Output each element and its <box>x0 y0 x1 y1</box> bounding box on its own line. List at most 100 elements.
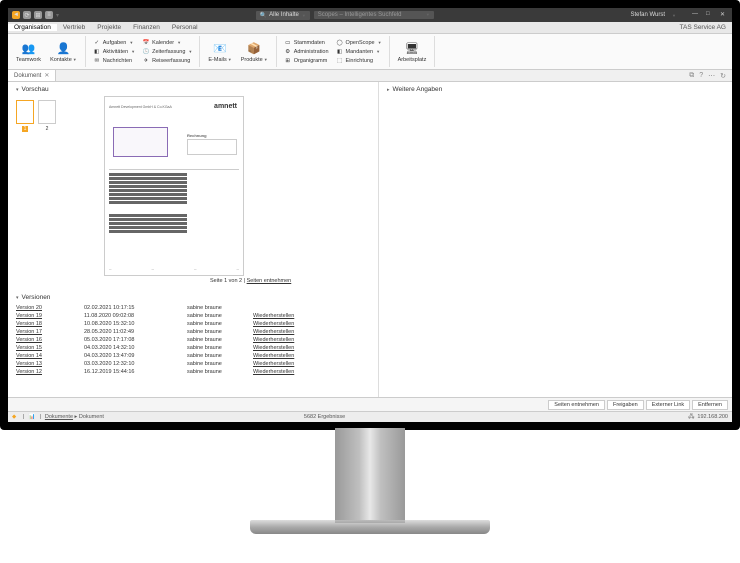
search-input[interactable]: Scopes – Intelligentes Suchfeld ▼ <box>314 11 434 19</box>
kontakte-label: Kontakte <box>50 57 72 63</box>
version-link[interactable]: Version 14 <box>16 353 76 359</box>
produkte-label: Produkte <box>241 57 263 63</box>
admin-icon: ⚙ <box>284 48 292 56</box>
version-row: Version 1605.03.2020 17:17:08sabine brau… <box>16 336 370 344</box>
administration-button[interactable]: ⚙Administration <box>282 48 331 56</box>
main-content: ▾ Vorschau 1 2 <box>8 82 732 397</box>
organigramm-button[interactable]: ⊞Organigramm <box>282 57 331 65</box>
version-link[interactable]: Version 20 <box>16 305 76 311</box>
produkte-button[interactable]: 📦 Produkte▼ <box>238 39 271 64</box>
server-address: 192.168.200 <box>697 414 728 420</box>
preview-header[interactable]: ▾ Vorschau <box>16 86 370 93</box>
aufgaben-button[interactable]: ✓Aufgaben▼ <box>91 39 137 47</box>
help-icon[interactable]: ? <box>699 72 703 80</box>
restore-link[interactable]: Wiederherstellen <box>253 361 294 367</box>
tab-label: Dokument <box>14 73 41 79</box>
org-icon: ⊞ <box>284 57 292 65</box>
details-header[interactable]: ▸ Weitere Angaben <box>387 86 724 93</box>
einrichtung-button[interactable]: ⬚Einrichtung <box>334 57 384 65</box>
version-row: Version 1303.03.2020 12:32:10sabine brau… <box>16 360 370 368</box>
versions-header[interactable]: ▾ Versionen <box>16 294 370 301</box>
refresh-action-icon[interactable]: ↻ <box>720 72 726 80</box>
doc-invoice-box: Rechnung <box>187 133 237 155</box>
version-link[interactable]: Version 17 <box>16 329 76 335</box>
document-preview: amnett Amnett Development GmbH & Co.KGaA… <box>104 96 244 276</box>
details-title: Weitere Angaben <box>393 86 443 93</box>
version-date: 04.03.2020 13:47:09 <box>84 353 179 359</box>
restore-link[interactable]: Wiederherstellen <box>253 345 294 351</box>
menu-finanzen[interactable]: Finanzen <box>127 24 166 31</box>
menu-personal[interactable]: Personal <box>166 24 204 31</box>
results-count: 5682 Ergebnisse <box>304 414 345 420</box>
kalender-button[interactable]: 📅Kalender▼ <box>140 39 194 47</box>
maximize-button[interactable]: □ <box>706 11 714 19</box>
copy-icon[interactable]: ⧉ <box>689 72 694 80</box>
restore-link[interactable]: Wiederherstellen <box>253 337 294 343</box>
more-icon[interactable]: ⋯ <box>708 72 715 80</box>
search-scope-dropdown[interactable]: 🔍 Alle Inhalte ▼ <box>256 11 310 20</box>
versions-table: Version 2002.02.2021 10:17:15sabine brau… <box>16 304 370 376</box>
setup-icon: ⬚ <box>336 57 344 65</box>
version-link[interactable]: Version 15 <box>16 345 76 351</box>
version-link[interactable]: Version 13 <box>16 361 76 367</box>
stammdaten-button[interactable]: ▭Stammdaten <box>282 39 331 47</box>
versions-section: ▾ Versionen Version 2002.02.2021 10:17:1… <box>16 294 370 376</box>
menu-vertrieb[interactable]: Vertrieb <box>57 24 91 31</box>
doc-type-label: Rechnung <box>187 133 237 138</box>
restore-link[interactable]: Wiederherstellen <box>253 369 294 375</box>
menu-projekte[interactable]: Projekte <box>91 24 127 31</box>
tenant-label: TAS Service AG <box>680 24 732 31</box>
version-link[interactable]: Version 16 <box>16 337 76 343</box>
remove-button[interactable]: Entfernen <box>692 400 728 410</box>
status-bar: ◆ | 📊 | Dokumente ▸ Dokument 5682 Ergebn… <box>8 411 732 422</box>
nachrichten-button[interactable]: ✉Nachrichten <box>91 57 137 65</box>
ribbon: 👥 Teamwork 👤 Kontakte▼ ✓Aufgaben▼ ◧Aktiv… <box>8 34 732 70</box>
breadcrumb[interactable]: Dokumente ▸ Dokument <box>45 414 104 420</box>
aktivitaten-button[interactable]: ◧Aktivitäten▼ <box>91 48 137 56</box>
reiseerfassung-button[interactable]: ✈Reiseerfassung <box>140 57 194 65</box>
thumbnail-image <box>16 100 34 124</box>
openscope-button[interactable]: ◯OpenScope▼ <box>334 39 384 47</box>
refresh-icon[interactable]: ⟳ <box>23 11 31 19</box>
thumb-number: 2 <box>46 126 49 132</box>
version-link[interactable]: Version 12 <box>16 369 76 375</box>
user-name[interactable]: Stefan Wurst <box>630 12 665 18</box>
thumbnail-strip: 1 2 <box>16 96 56 284</box>
restore-link[interactable]: Wiederherstellen <box>253 313 294 319</box>
minimize-button[interactable]: — <box>692 11 700 19</box>
menu-icon[interactable]: ≡ <box>45 11 53 19</box>
arbeitsplatz-label: Arbeitsplatz <box>398 57 427 63</box>
chart-icon[interactable]: 📊 <box>28 414 35 421</box>
version-user: sabine braune <box>187 337 245 343</box>
extract-pages-link[interactable]: Seiten entnehmen <box>247 278 292 284</box>
version-date: 28.05.2020 11:02:49 <box>84 329 179 335</box>
shares-button[interactable]: Freigaben <box>607 400 644 410</box>
back-icon[interactable]: ◄ <box>12 11 20 19</box>
thumbnail-1[interactable]: 1 <box>16 100 34 284</box>
search-scope-label: Alle Inhalte <box>269 12 299 18</box>
zeiterfassung-button[interactable]: 🕒Zeiterfassung▼ <box>140 48 194 56</box>
menu-organisation[interactable]: Organisation <box>8 24 57 31</box>
restore-link[interactable]: Wiederherstellen <box>253 321 294 327</box>
version-link[interactable]: Version 18 <box>16 321 76 327</box>
thumb-number: 1 <box>22 126 29 132</box>
grid-icon[interactable]: ⊞ <box>34 11 42 19</box>
thumbnail-2[interactable]: 2 <box>38 100 56 284</box>
emails-button[interactable]: 📧 E-Mails▼ <box>205 39 234 64</box>
restore-link[interactable]: Wiederherstellen <box>253 329 294 335</box>
version-user: sabine braune <box>187 361 245 367</box>
restore-link[interactable]: Wiederherstellen <box>253 353 294 359</box>
kontakte-button[interactable]: 👤 Kontakte▼ <box>47 39 80 64</box>
tab-close-icon[interactable]: ✕ <box>44 72 49 79</box>
messages-icon: ✉ <box>93 57 101 65</box>
teamwork-label: Teamwork <box>16 57 41 63</box>
chevron-down-icon: ▼ <box>426 12 430 17</box>
mandanten-button[interactable]: ◧Mandanten▼ <box>334 48 384 56</box>
close-button[interactable]: ✕ <box>720 11 728 19</box>
version-link[interactable]: Version 19 <box>16 313 76 319</box>
arbeitsplatz-button[interactable]: 🖥 Arbeitsplatz <box>395 39 430 64</box>
extract-pages-button[interactable]: Seiten entnehmen <box>548 400 605 410</box>
tab-dokument[interactable]: Dokument ✕ <box>8 70 56 81</box>
teamwork-button[interactable]: 👥 Teamwork <box>13 39 44 64</box>
external-link-button[interactable]: Externer Link <box>646 400 690 410</box>
